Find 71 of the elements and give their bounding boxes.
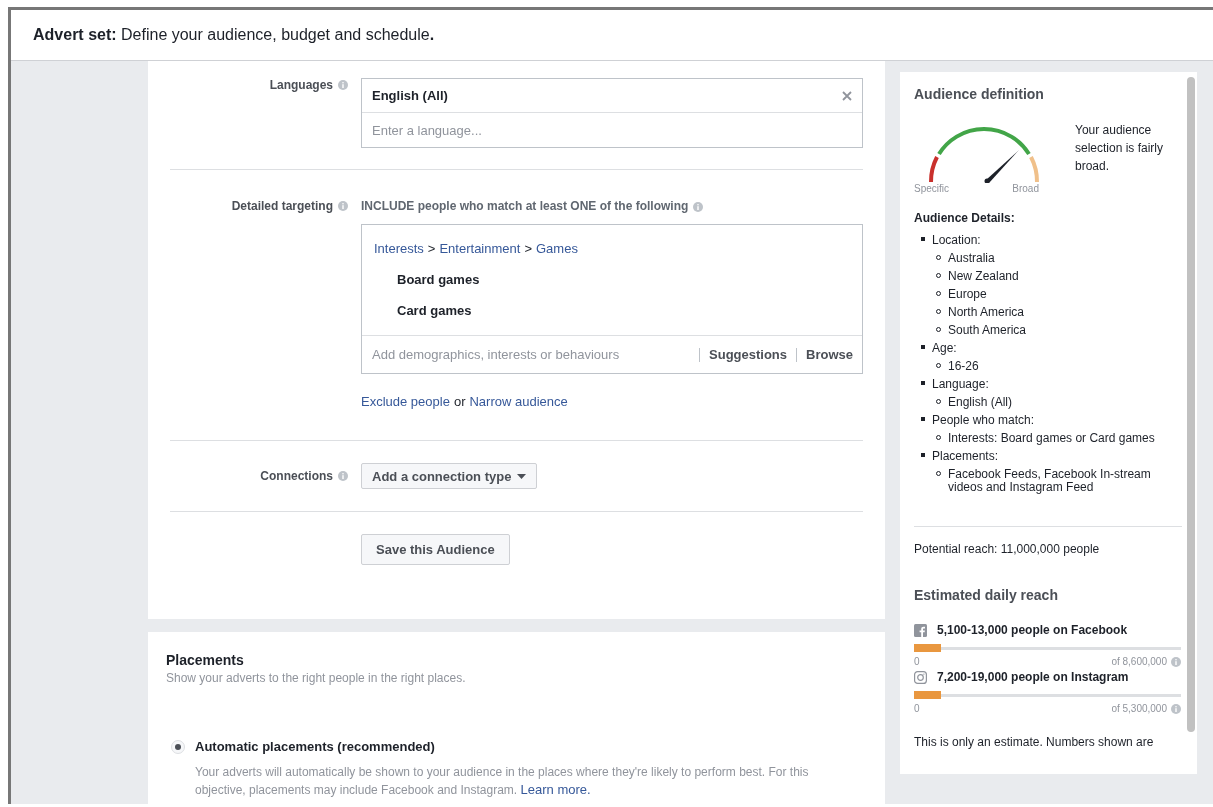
detail-text: Australia: [948, 249, 995, 267]
panel-title: Audience definition: [914, 86, 1045, 102]
section-subtitle: Show your adverts to the right people in the right places.: [166, 671, 467, 685]
reach-text: 7,200-19,000 people on Instagram: [937, 670, 1129, 684]
info-icon: [338, 201, 348, 211]
option-label: Automatic placements (recommended): [195, 739, 435, 754]
section-title: Placements: [166, 652, 245, 668]
info-icon: [1171, 704, 1181, 714]
reach-text: 5,100-13,000 people on Facebook: [937, 623, 1128, 637]
language-tag: English (All): [372, 88, 448, 103]
info-icon: [693, 202, 704, 212]
details-title: Audience Details:: [914, 211, 1016, 225]
detail-text: North America: [948, 303, 1025, 321]
detail-text: 16-26: [948, 357, 979, 375]
detail-text: Interests: Board games or Card games: [948, 429, 1155, 447]
field-label: Connections: [260, 469, 333, 483]
breadcrumb-separator: >: [524, 241, 532, 256]
window-title: Advert set: Define your audience, budget and schedule.: [33, 26, 435, 44]
breadcrumb-link[interactable]: Entertainment: [439, 241, 521, 256]
info-icon: [338, 80, 348, 90]
option-description: Your adverts will automatically be shown to your audience in the places where they're likely to perform best. For this objective, placements may include Facebook and Instagram. Learn more.: [195, 764, 810, 799]
scale-min: 0: [914, 702, 920, 714]
scale-max: of 5,300,000: [1111, 702, 1167, 714]
exclude-link[interactable]: Exclude people: [361, 394, 450, 409]
panel-title: Estimated daily reach: [914, 587, 1059, 603]
gauge-label: Specific: [914, 183, 949, 194]
camera-icon: [914, 670, 927, 684]
audience-summary: Your audience selection is fairly broad.: [1075, 122, 1165, 175]
detail-text: Location:: [932, 232, 981, 249]
connection-dropdown[interactable]: Add a connection type: [361, 463, 538, 489]
potential-reach: Potential reach: 11,000,000 people: [914, 542, 1101, 556]
interest-item: Card games: [396, 303, 473, 318]
facebook-icon: [914, 623, 927, 637]
detail-text: English (All): [948, 393, 1013, 411]
estimate-note: This is only an estimate. Numbers shown are: [914, 735, 1155, 749]
joiner-text: or: [453, 394, 466, 409]
detail-text: New Zealand: [948, 267, 1019, 285]
field-label: Languages: [269, 78, 333, 92]
detail-text: People who match:: [932, 412, 1035, 429]
scrollbar[interactable]: [1187, 77, 1195, 732]
save-audience-button[interactable]: Save this Audience: [361, 534, 510, 565]
detail-text: Age:: [932, 340, 957, 357]
detail-text: Language:: [932, 376, 989, 393]
language-field[interactable]: English (All) Enter a language...: [361, 78, 863, 148]
instruction-text: INCLUDE people who match at least ONE of the following: [361, 199, 689, 213]
action-link[interactable]: Suggestions: [699, 347, 797, 362]
breadcrumb-link[interactable]: Interests: [374, 241, 424, 256]
learn-more-link[interactable]: Learn more.: [520, 782, 591, 797]
bullet-icon: [921, 381, 925, 385]
breadcrumb-link[interactable]: Games: [536, 241, 578, 256]
field-label: Detailed targeting: [231, 199, 333, 213]
bullet-icon: [921, 345, 925, 349]
bullet-icon: [921, 453, 925, 457]
breadcrumb-separator: >: [427, 241, 436, 256]
detail-text: Europe: [948, 285, 987, 303]
radio-button[interactable]: [171, 739, 185, 754]
bullet-icon: [921, 237, 925, 241]
narrow-link[interactable]: Narrow audience: [469, 394, 568, 409]
bullet-icon: [921, 417, 925, 421]
detail-text: South America: [948, 321, 1027, 339]
close-icon[interactable]: [842, 90, 852, 101]
interest-item: Board games: [396, 272, 481, 287]
detail-text: Facebook Feeds, Facebook In-stream videos and Instagram Feed: [948, 465, 1152, 496]
gauge-label: Broad: [1012, 183, 1039, 194]
detail-text: Placements:: [932, 448, 999, 465]
info-icon: [1171, 657, 1181, 667]
action-link[interactable]: Browse: [796, 347, 862, 362]
info-icon: [338, 471, 348, 481]
caret-icon: [517, 473, 527, 479]
scale-min: 0: [914, 655, 920, 667]
scale-max: of 8,600,000: [1111, 655, 1167, 667]
